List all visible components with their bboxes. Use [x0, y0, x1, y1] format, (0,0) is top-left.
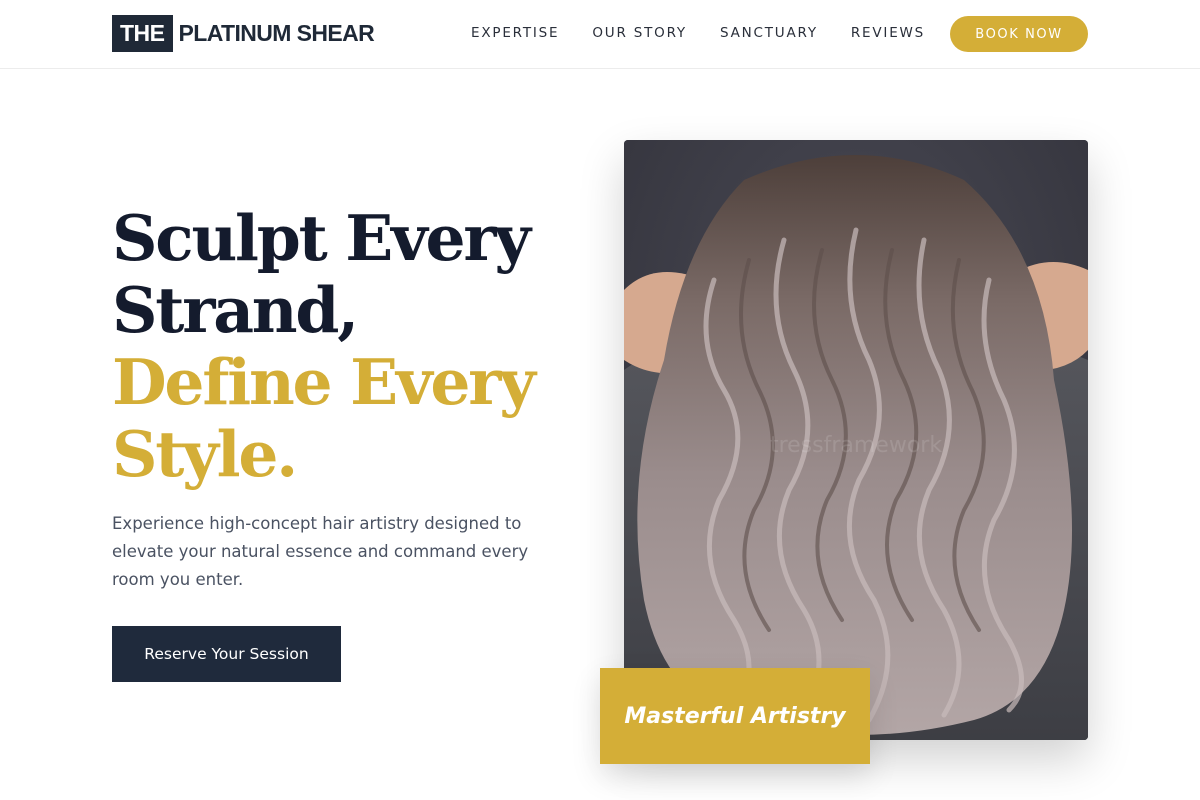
- reserve-session-button[interactable]: Reserve Your Session: [112, 626, 341, 682]
- logo-box: THE: [112, 15, 173, 52]
- site-header: THE PLATINUM SHEAR EXPERTISE OUR STORY S…: [0, 0, 1200, 69]
- headline-line-3: Define Every: [112, 345, 536, 419]
- logo-name: PLATINUM SHEAR: [178, 20, 375, 46]
- book-now-button[interactable]: BOOK NOW: [950, 16, 1088, 52]
- image-watermark: tressframework: [770, 433, 942, 458]
- nav-link-reviews[interactable]: REVIEWS: [851, 24, 925, 42]
- hair-illustration: tressframework: [624, 140, 1088, 740]
- nav-link-our-story[interactable]: OUR STORY: [592, 24, 687, 42]
- headline-line-2: Strand,: [112, 273, 359, 347]
- hero-subtext: Experience high-concept hair artistry de…: [112, 514, 529, 589]
- hero-hair-photo: tressframework: [624, 140, 1088, 740]
- headline-line-1: Sculpt Every: [112, 201, 531, 275]
- masterful-artistry-badge: Masterful Artistry: [600, 668, 870, 764]
- hero-headline: Sculpt Every Strand, Define Every Style.: [112, 202, 572, 490]
- main-nav: EXPERTISE OUR STORY SANCTUARY REVIEWS: [471, 24, 925, 42]
- nav-link-expertise[interactable]: EXPERTISE: [471, 24, 559, 42]
- brand-logo[interactable]: THE PLATINUM SHEAR: [112, 15, 375, 52]
- nav-link-sanctuary[interactable]: SANCTUARY: [720, 24, 818, 42]
- headline-line-4: Style.: [112, 417, 298, 491]
